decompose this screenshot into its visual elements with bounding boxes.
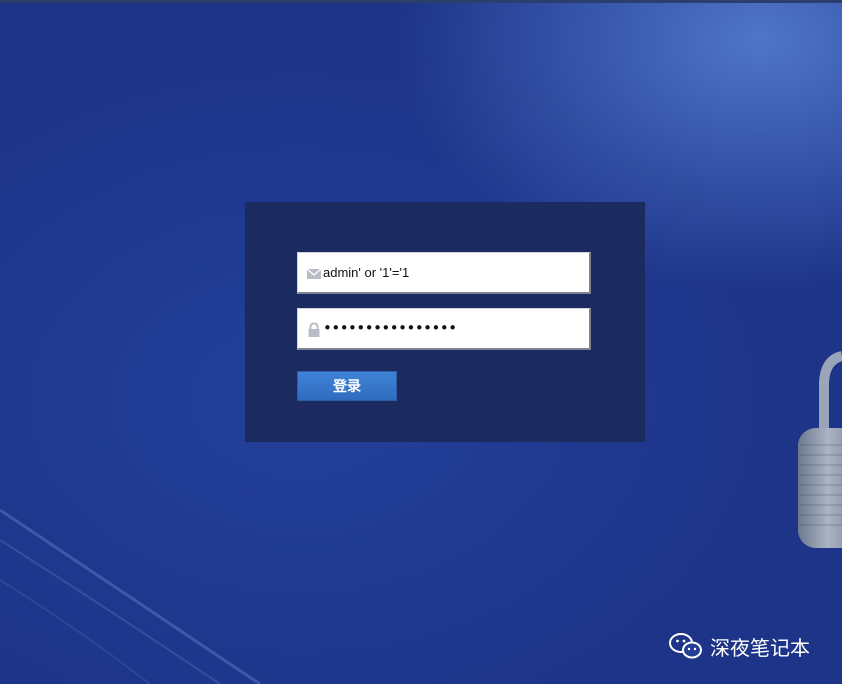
login-panel: admin' or '1'='1 •••••••••••••••• 登录 (245, 202, 645, 442)
password-field[interactable]: •••••••••••••••• (297, 308, 591, 350)
envelope-icon (306, 268, 322, 279)
password-value: •••••••••••••••• (323, 319, 457, 337)
top-border (0, 0, 842, 3)
username-field[interactable]: admin' or '1'='1 (297, 252, 591, 294)
wechat-icon (669, 633, 702, 659)
padlock-decoration (798, 351, 842, 548)
watermark: 深夜笔记本 (668, 630, 810, 662)
lock-icon (308, 322, 320, 337)
watermark-text: 深夜笔记本 (710, 635, 810, 660)
username-value: admin' or '1'='1 (323, 265, 410, 280)
login-button[interactable]: 登录 (297, 371, 397, 401)
